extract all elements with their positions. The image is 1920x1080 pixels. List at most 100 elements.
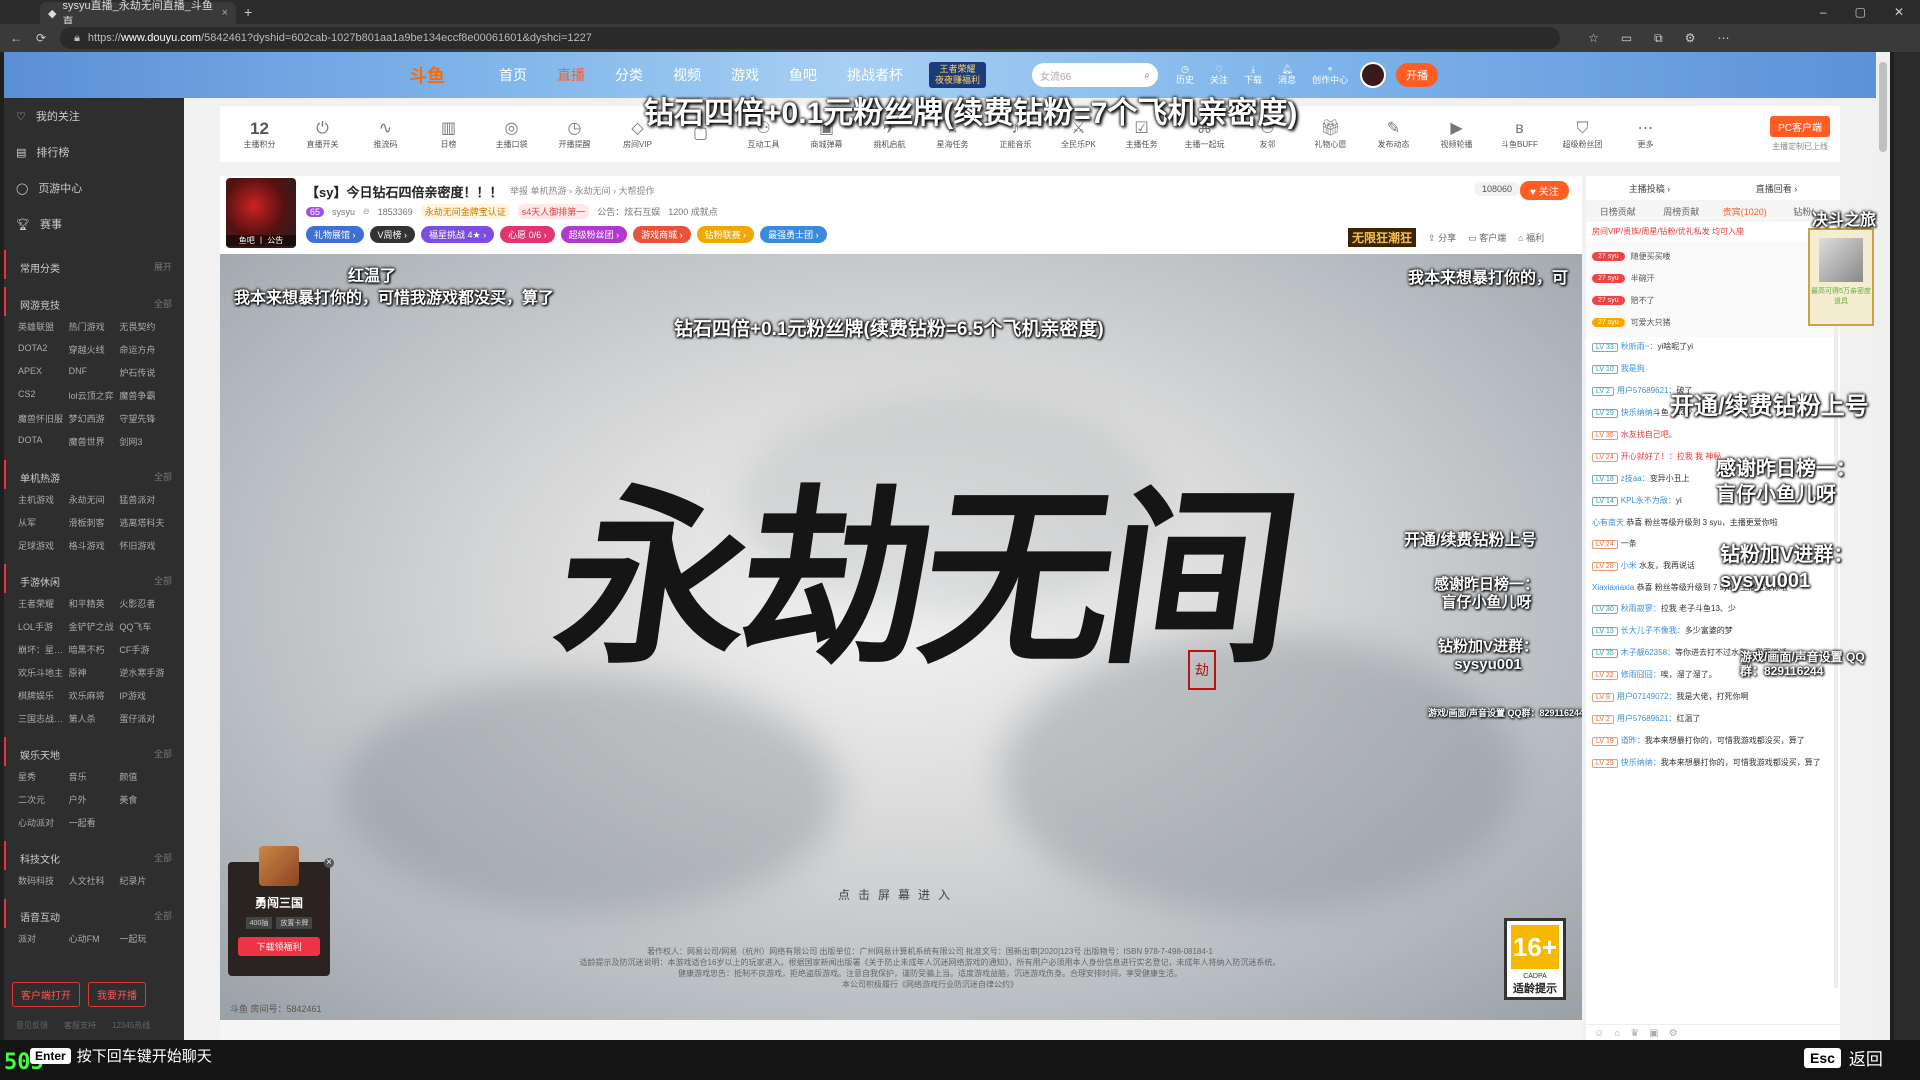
category-link[interactable]: 热门游戏 bbox=[69, 320, 120, 333]
category-link[interactable]: 魔兽争霸 bbox=[119, 389, 170, 402]
category-link[interactable]: 二次元 bbox=[18, 793, 69, 806]
category-link[interactable]: 音乐 bbox=[69, 770, 120, 783]
category-link[interactable]: 一起看 bbox=[69, 816, 120, 829]
category-link[interactable]: 暗黑不朽 bbox=[69, 643, 120, 656]
category-link[interactable]: 王者荣耀 bbox=[18, 597, 69, 610]
tool-score[interactable]: 12 主播积分 bbox=[228, 119, 291, 150]
category-link[interactable]: 魔兽怀旧服 bbox=[18, 412, 69, 425]
scrollbar-thumb[interactable] bbox=[1879, 62, 1887, 152]
category-link[interactable]: 剑网3 bbox=[119, 435, 170, 448]
esc-back-hint[interactable]: Esc 返回 bbox=[1804, 1045, 1883, 1070]
history-button[interactable]: ◷ 历史 bbox=[1176, 64, 1194, 86]
search-input[interactable]: 女流66 ⌕ bbox=[1032, 63, 1159, 87]
close-icon[interactable]: × bbox=[324, 858, 334, 868]
video-player[interactable]: 永劫无间 劫 红温了 我本来想暴打你的，可惜我游戏都没买，算了 我本来想暴打你的… bbox=[220, 254, 1582, 1020]
tool-more[interactable]: ⋯ 更多 bbox=[1614, 119, 1677, 150]
welfare-button[interactable]: ⌂ 福利 bbox=[1518, 231, 1544, 244]
creator-center-button[interactable]: ⌖ 创作中心 bbox=[1312, 64, 1348, 86]
follow-button[interactable]: ♥ 关注 bbox=[1520, 181, 1569, 200]
tool-video-loop[interactable]: ▶ 视频轮播 bbox=[1425, 119, 1488, 150]
category-link[interactable]: 无畏契约 bbox=[119, 320, 170, 333]
room-category[interactable]: 举报 单机热游 › 永劫无间 › 大帮提作 bbox=[510, 184, 655, 197]
category-link[interactable]: DOTA bbox=[18, 435, 69, 448]
tool-reminder[interactable]: ◷ 开播提醒 bbox=[543, 119, 606, 150]
minimize-button[interactable]: – bbox=[1820, 5, 1827, 19]
start-live-button[interactable]: 开播 bbox=[1396, 63, 1439, 87]
user-avatar[interactable] bbox=[1360, 62, 1387, 88]
category-link[interactable]: 格斗游戏 bbox=[69, 539, 120, 552]
category-link[interactable]: 数码科技 bbox=[18, 874, 69, 887]
vip-item[interactable]: 27 syu 可爱大只猪 bbox=[1592, 311, 1834, 333]
category-link[interactable]: 三国志战… bbox=[18, 712, 69, 725]
extensions-icon[interactable]: ⚙ bbox=[1685, 31, 1696, 46]
pc-client-button[interactable]: PC客户端 bbox=[1770, 116, 1830, 137]
category-link[interactable]: 足球游戏 bbox=[18, 539, 69, 552]
category-link[interactable]: 守望先锋 bbox=[119, 412, 170, 425]
badge-v-week[interactable]: V周榜 › bbox=[369, 226, 416, 243]
nav-challenger-cup[interactable]: 挑战者杯 bbox=[847, 65, 903, 85]
streamer-posts-link[interactable]: 主播投稿 › bbox=[1629, 182, 1671, 195]
refresh-icon[interactable]: ⟳ bbox=[36, 31, 46, 45]
settings-icon[interactable]: ⚙ bbox=[1669, 1028, 1678, 1039]
hotline-link[interactable]: 12345热线 bbox=[112, 1020, 150, 1031]
game-ad-download-button[interactable]: 下载领福利 bbox=[238, 937, 320, 956]
category-link[interactable]: 纪录片 bbox=[119, 874, 170, 887]
close-window-button[interactable]: ✕ bbox=[1894, 5, 1904, 19]
category-link[interactable]: DNF bbox=[69, 366, 120, 379]
start-stream-button[interactable]: 我要开播 bbox=[88, 982, 146, 1007]
category-link[interactable]: 心动FM bbox=[69, 932, 120, 945]
category-link[interactable]: IP游戏 bbox=[119, 689, 170, 702]
category-link[interactable]: 穿越火线 bbox=[69, 343, 120, 356]
category-link[interactable]: 从军 bbox=[18, 516, 69, 529]
category-link[interactable]: DOTA2 bbox=[18, 343, 69, 356]
badge-diamond-league[interactable]: 钻粉联赛 › bbox=[696, 226, 755, 243]
maximize-button[interactable]: ▢ bbox=[1855, 5, 1866, 19]
category-link[interactable]: 蛋仔派对 bbox=[119, 712, 170, 725]
split-icon[interactable]: ▭ bbox=[1621, 31, 1632, 46]
category-link[interactable]: 派对 bbox=[18, 932, 69, 945]
category-link[interactable]: 欢乐麻将 bbox=[69, 689, 120, 702]
category-link[interactable]: lol云顶之弈 bbox=[69, 389, 120, 402]
promo-banner[interactable]: 无限狂潮狂 bbox=[1348, 228, 1417, 247]
tool-daily-rank[interactable]: ▥ 日榜 bbox=[417, 119, 480, 150]
category-link[interactable]: 原神 bbox=[69, 666, 120, 679]
category-link[interactable]: CF手游 bbox=[119, 643, 170, 656]
category-link[interactable]: 逃离塔科夫 bbox=[119, 516, 170, 529]
nav-category[interactable]: 分类 bbox=[615, 65, 643, 85]
category-link[interactable]: 梦幻西游 bbox=[69, 412, 120, 425]
category-link[interactable]: 火影忍者 bbox=[119, 597, 170, 610]
category-link[interactable]: 星秀 bbox=[18, 770, 69, 783]
new-tab-button[interactable]: + bbox=[244, 4, 252, 20]
feedback-link[interactable]: 意见反馈 bbox=[16, 1020, 48, 1031]
category-link[interactable]: APEX bbox=[18, 366, 69, 379]
category-link[interactable]: 逆水寒手游 bbox=[119, 666, 170, 679]
nav-video[interactable]: 视频 bbox=[673, 65, 701, 85]
tool-gift-wish[interactable]: 🎁︎ 礼物心愿 bbox=[1299, 119, 1362, 150]
tab-vip[interactable]: 贵宾(1020) bbox=[1713, 205, 1777, 218]
search-icon[interactable]: ⌕ bbox=[1144, 70, 1150, 81]
badge-wish[interactable]: 心愿 0/6 › bbox=[500, 226, 555, 243]
category-link[interactable]: 美食 bbox=[119, 793, 170, 806]
sidebar-item-ranking[interactable]: ▤ 排行榜 bbox=[4, 134, 184, 170]
badge-gift-hall[interactable]: 礼物展馆 › bbox=[306, 226, 364, 243]
tool-post[interactable]: ✎ 发布动态 bbox=[1362, 119, 1425, 150]
category-link[interactable]: 命运方舟 bbox=[119, 343, 170, 356]
treasure-box[interactable]: 最高可得5万亲密度道具 bbox=[1808, 228, 1874, 326]
replay-link[interactable]: 直播回看 › bbox=[1756, 182, 1798, 195]
category-link[interactable]: 人文社科 bbox=[69, 874, 120, 887]
browser-tab[interactable]: ◆ sysyu直播_永劫无间直播_斗鱼直 × bbox=[40, 0, 236, 28]
category-link[interactable]: 猛兽派对 bbox=[119, 493, 170, 506]
collections-icon[interactable]: ⧉ bbox=[1654, 31, 1663, 46]
tab-daily-contrib[interactable]: 日榜贡献 bbox=[1586, 205, 1650, 218]
streamer-avatar[interactable]: 鱼吧 丨 公告 bbox=[226, 178, 296, 248]
category-link[interactable]: 魔兽世界 bbox=[69, 435, 120, 448]
vip-item[interactable]: 27 syu 随便买买喽 bbox=[1592, 245, 1834, 267]
category-link[interactable]: 一起玩 bbox=[119, 932, 170, 945]
download-button[interactable]: ⤓ 下载 bbox=[1244, 64, 1262, 86]
badge-warriors[interactable]: 最强勇士团 › bbox=[760, 226, 827, 243]
more-icon[interactable]: ⋯ bbox=[1718, 31, 1730, 46]
tab-weekly-contrib[interactable]: 周榜贡献 bbox=[1650, 205, 1714, 218]
sidebar-item-following[interactable]: ♡ 我的关注 bbox=[4, 98, 184, 134]
category-link[interactable]: 永劫无间 bbox=[69, 493, 120, 506]
url-input[interactable]: 🔒︎ https://www.douyu.com/5842461?dyshid=… bbox=[60, 27, 1561, 49]
